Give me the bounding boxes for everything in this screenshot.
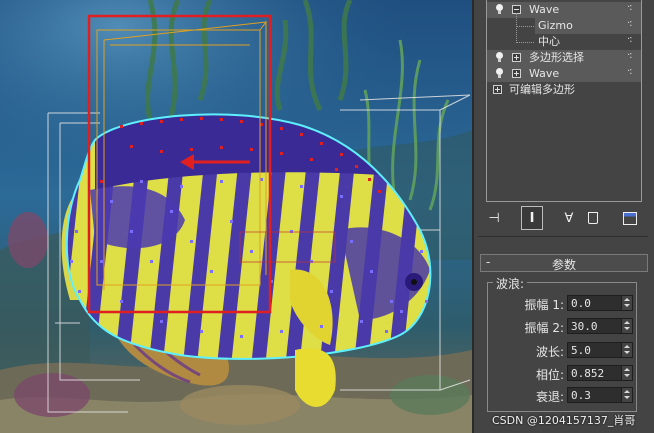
amplitude-1-value[interactable]: 0.0 [571,296,591,311]
show-end-result-icon: I [529,210,535,226]
tree-line [516,13,517,43]
wavelength-value[interactable]: 5.0 [571,343,591,358]
remove-modifier-icon [588,212,598,224]
amplitude-1-spinner[interactable]: 0.0 [567,295,633,311]
expand-icon[interactable] [512,53,521,62]
make-unique-button[interactable]: ∀ [558,206,580,230]
stack-item-label: Wave [529,3,560,16]
watermark: CSDN @1204157137_肖哥 [492,414,636,427]
tree-line [516,42,534,43]
expand-icon[interactable] [512,69,521,78]
viewport-scene [0,0,472,433]
amplitude-2-spinner[interactable]: 30.0 [567,318,633,334]
pin-stack-button[interactable]: ⊣ [483,206,505,230]
dots-icon: ·: [627,34,632,45]
wavelength-spinner[interactable]: 5.0 [567,342,633,358]
param-label-wavelength: 波长: [535,345,564,359]
dots-icon: ·: [627,66,632,77]
stack-subitem-center[interactable]: 中心 [538,34,560,50]
remove-modifier-button[interactable] [582,206,604,230]
show-end-result-button[interactable]: I [521,206,543,230]
stack-item-label: 多边形选择 [529,51,584,64]
param-label-amplitude-2: 振幅 2: [524,321,565,335]
make-unique-icon: ∀ [564,210,574,226]
decay-value[interactable]: 0.3 [571,388,591,403]
tree-line [516,26,534,27]
param-label-decay: 衰退: [535,390,564,404]
light-bulb-icon[interactable] [495,52,504,63]
stack-item-wave-2[interactable] [487,66,641,82]
light-bulb-icon[interactable] [495,4,504,15]
group-label: 波浪: [493,275,528,292]
param-label-amplitude-1: 振幅 1: [524,298,565,312]
stack-item-editable-poly[interactable]: 可编辑多边形 [509,82,575,98]
spinner-arrows-icon[interactable] [621,319,632,333]
dots-icon: ·: [627,18,632,29]
spinner-arrows-icon[interactable] [621,343,632,357]
spinner-arrows-icon[interactable] [621,388,632,402]
param-label-phase: 相位: [535,368,564,382]
spinner-arrows-icon[interactable] [621,366,632,380]
viewport[interactable] [0,0,472,433]
stack-item-wave[interactable] [487,2,641,18]
phase-value[interactable]: 0.852 [571,366,604,381]
app-window: Wave ·: Gizmo ·: 中心 ·: 多边形选择 ·: Wave ·: … [0,0,654,433]
stack-item-label: Gizmo [538,19,573,32]
phase-spinner[interactable]: 0.852 [567,365,633,381]
pin-stack-icon: ⊣ [488,210,500,226]
configure-modifier-sets-icon [623,211,637,225]
rollout-title: 参数 [551,258,576,272]
decay-spinner[interactable]: 0.3 [567,387,633,403]
dots-icon: ·: [627,2,632,13]
configure-modifier-sets-button[interactable] [619,206,641,230]
spinner-arrows-icon[interactable] [621,296,632,310]
amplitude-2-value[interactable]: 30.0 [571,319,598,334]
dots-icon: ·: [627,50,632,61]
stack-item-label: Wave [529,67,560,80]
expand-icon[interactable] [493,85,502,94]
divider [478,236,648,237]
light-bulb-icon[interactable] [495,68,504,79]
